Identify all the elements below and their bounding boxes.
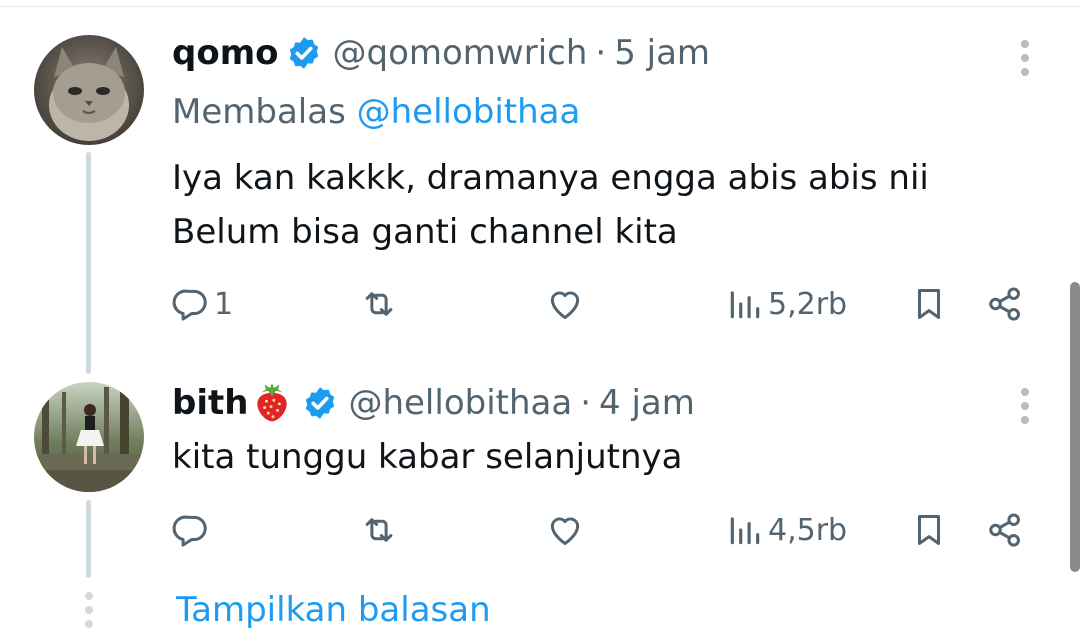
reply-mention-link[interactable]: @hellobithaa [357, 92, 581, 132]
user-handle[interactable]: @hellobithaa [348, 383, 572, 423]
share-icon [989, 287, 1020, 321]
share-icon [989, 513, 1020, 547]
retweet-icon [365, 518, 393, 542]
reply-icon [172, 515, 207, 547]
views-count: 4,5rb [768, 512, 848, 548]
share-button[interactable] [986, 282, 1024, 326]
tweet-text-line: Iya kan kakkk, dramanya engga abis abis … [172, 158, 929, 198]
replying-to: Membalas @hellobithaa [172, 92, 580, 132]
avatar[interactable] [34, 35, 144, 145]
like-button[interactable] [546, 282, 588, 326]
tweet-header: bith @hellobithaa · 4 jam [172, 378, 695, 428]
timestamp[interactable]: 4 jam [599, 383, 695, 423]
retweet-icon [365, 292, 393, 316]
bookmark-icon [917, 289, 941, 319]
thread-connector-line [86, 152, 91, 374]
more-icon[interactable] [1018, 38, 1032, 78]
like-icon [550, 517, 580, 545]
reply-icon [172, 289, 207, 321]
tweet-header: qomo @qomomwrich · 5 jam [172, 28, 710, 78]
show-replies-link[interactable]: Tampilkan balasan [176, 590, 491, 630]
views-button[interactable]: 4,5rb [726, 508, 847, 552]
views-icon [730, 291, 760, 319]
reply-button[interactable]: 1 [172, 282, 233, 326]
bookmark-button[interactable] [910, 282, 948, 326]
retweet-button[interactable] [360, 282, 402, 326]
verified-badge-icon [306, 387, 335, 419]
separator-dot: · [595, 33, 607, 73]
display-name[interactable]: qomo [172, 33, 278, 73]
strawberry-emoji [257, 382, 288, 422]
like-button[interactable] [546, 508, 588, 552]
retweet-button[interactable] [360, 508, 402, 552]
separator-dot: · [580, 383, 592, 423]
bookmark-button[interactable] [910, 508, 948, 552]
user-handle[interactable]: @qomomwrich [332, 33, 587, 73]
tweet-text: kita tunggu kabar selanjutnya [172, 430, 682, 484]
tweet-text-line: kita tunggu kabar selanjutnya [172, 437, 683, 477]
reply-button[interactable] [172, 508, 214, 552]
reply-count: 1 [214, 286, 234, 322]
bookmark-icon [917, 515, 941, 545]
scrollbar[interactable] [1070, 282, 1080, 572]
verified-badge-icon [290, 37, 319, 69]
tweet-actions: 1 5,2rb [0, 282, 1080, 326]
views-button[interactable]: 5,2rb [726, 282, 847, 326]
more-icon[interactable] [1018, 386, 1032, 426]
avatar[interactable] [34, 382, 144, 492]
share-button[interactable] [986, 508, 1024, 552]
top-divider [0, 6, 1080, 7]
views-count: 5,2rb [768, 286, 848, 322]
display-name[interactable]: bith [172, 383, 248, 423]
thread-more-dots-icon [85, 592, 93, 628]
tweet-text: Iya kan kakkk, dramanya engga abis abis … [172, 151, 929, 259]
tweet-actions: 4,5rb [0, 508, 1080, 552]
reply-prefix: Membalas [172, 92, 346, 132]
timestamp[interactable]: 5 jam [614, 33, 710, 73]
tweet-text-line: Belum bisa ganti channel kita [172, 212, 678, 252]
views-icon [730, 517, 760, 545]
like-icon [550, 291, 580, 319]
